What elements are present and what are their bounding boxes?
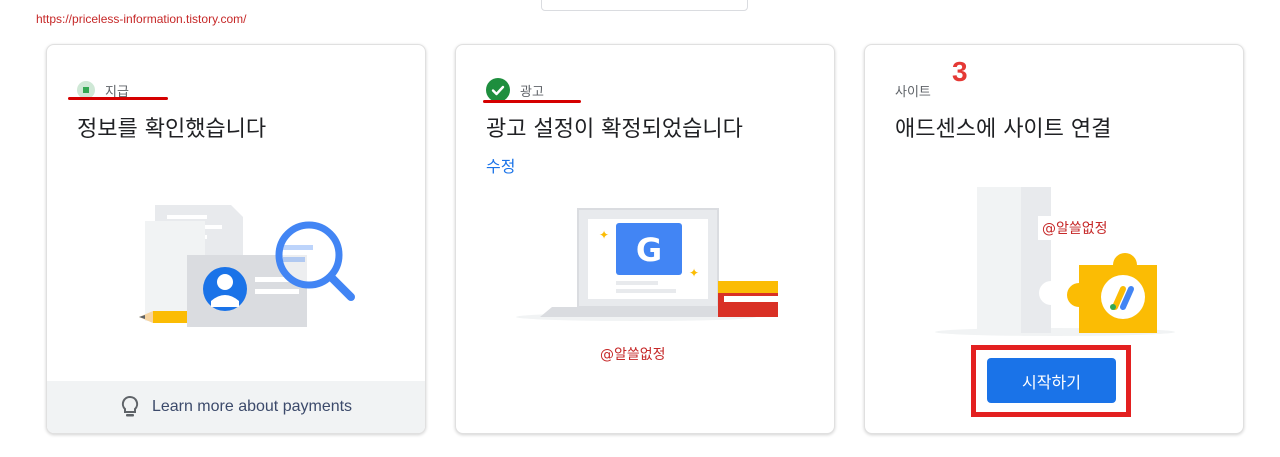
watermark-handle-ads: @알쓸없정 — [600, 347, 666, 363]
step-number-annotation: 3 — [952, 56, 968, 87]
top-partial-tab[interactable] — [541, 0, 748, 11]
svg-text:✦: ✦ — [689, 266, 699, 280]
learn-more-payments-link[interactable]: Learn more about payments — [47, 381, 425, 433]
document-search-illustration — [139, 205, 355, 327]
laptop-google-illustration: G ✦ ✦ — [516, 208, 778, 321]
lightbulb-icon — [121, 395, 139, 417]
watermark-handle-site: @알쓸없정 — [1038, 216, 1112, 240]
annotation-underline-payments — [68, 97, 168, 100]
svg-text:✦: ✦ — [599, 228, 609, 242]
start-button[interactable]: 시작하기 — [987, 358, 1116, 403]
watermark-url: https://priceless-information.tistory.co… — [36, 12, 247, 26]
payments-card: 지급 정보를 확인했습니다 Learn more about payments — [46, 44, 426, 434]
puzzle-adsense-illustration — [935, 187, 1175, 336]
svg-text:G: G — [636, 231, 662, 269]
learn-more-payments-text: Learn more about payments — [151, 398, 353, 415]
annotation-underline-ads — [483, 100, 581, 103]
